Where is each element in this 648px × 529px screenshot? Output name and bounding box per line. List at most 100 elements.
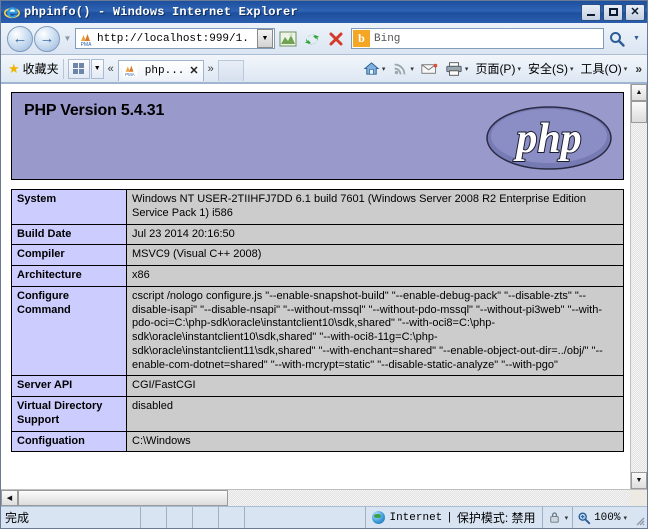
- print-button[interactable]: ▾: [442, 58, 472, 80]
- close-icon: ✕: [630, 5, 640, 18]
- forward-button[interactable]: →: [34, 25, 60, 52]
- status-slot-2: [167, 507, 193, 528]
- zoom-magnifier-icon: [578, 511, 591, 524]
- chevron-down-icon[interactable]: ▾: [623, 514, 627, 522]
- table-row: Build Date Jul 23 2014 20:16:50: [11, 223, 624, 246]
- back-button[interactable]: ←: [7, 25, 33, 52]
- title-bar: phpinfo() - Windows Internet Explorer ✕: [1, 1, 647, 23]
- compatibility-view-icon: [279, 31, 297, 46]
- tabs-scroll-left-button[interactable]: «: [104, 63, 118, 75]
- home-button[interactable]: ▾: [360, 58, 389, 80]
- zoom-control[interactable]: 100% ▾: [573, 507, 631, 528]
- phpinfo-table: System Windows NT USER-2TIIHFJ7DD 6.1 bu…: [11, 189, 624, 453]
- search-options-button[interactable]: ▼: [630, 28, 643, 50]
- privacy-report-button[interactable]: ▾: [543, 507, 574, 528]
- status-slot-4: [219, 507, 245, 528]
- close-button[interactable]: ✕: [625, 3, 645, 21]
- status-separator: |: [446, 511, 453, 524]
- scroll-left-button[interactable]: ◀: [1, 490, 18, 506]
- php-logo-icon: php: [485, 104, 613, 172]
- mail-icon: [421, 63, 438, 74]
- minimize-button[interactable]: [581, 3, 601, 21]
- scroll-down-button[interactable]: ▼: [631, 472, 647, 489]
- status-spacer: [245, 507, 367, 528]
- refresh-icon: [305, 34, 319, 44]
- svg-text:PMA: PMA: [81, 42, 93, 47]
- table-key-cell: Compiler: [11, 244, 127, 266]
- home-icon: [363, 62, 380, 75]
- status-text-cell: 完成: [1, 507, 141, 528]
- table-value-cell: MSVC9 (Visual C++ 2008): [126, 244, 624, 266]
- vertical-scrollbar[interactable]: ▲ ▼: [630, 84, 647, 489]
- command-bar: ★ 收藏夹 ▼ « PMA php... ✕ » ▾ ▾ ▾ 页面(P) ▾ 安…: [1, 55, 647, 83]
- internet-zone-icon: [372, 511, 386, 524]
- stop-icon: [329, 32, 343, 45]
- refresh-button[interactable]: [301, 28, 323, 50]
- chevron-down-icon: ▼: [261, 35, 269, 42]
- table-key-cell: Virtual Directory Support: [11, 396, 127, 432]
- search-go-button[interactable]: [606, 28, 628, 50]
- pma-favicon-icon: PMA: [122, 62, 139, 79]
- star-icon: ★: [8, 60, 20, 76]
- table-key-cell: Configure Command: [11, 285, 127, 377]
- pma-favicon-icon: PMA: [78, 30, 94, 48]
- menu-page[interactable]: 页面(P) ▾: [472, 58, 524, 80]
- svg-text:php: php: [513, 116, 581, 162]
- address-input[interactable]: PMA http://localhost:999/1. ▼: [75, 28, 275, 49]
- double-chevron-right-icon: »: [207, 62, 214, 75]
- table-row: Configuation C:\Windows: [11, 430, 624, 453]
- table-row: System Windows NT USER-2TIIHFJ7DD 6.1 bu…: [11, 189, 624, 225]
- printer-icon: [446, 61, 462, 76]
- chevron-down-icon: ▾: [381, 65, 386, 73]
- address-bar: ← → ▼ PMA http://localhost:999/1. ▼ b Bi…: [1, 23, 647, 55]
- vertical-scrollbar-thumb[interactable]: [631, 101, 647, 123]
- horizontal-scrollbar[interactable]: ◀: [1, 489, 647, 506]
- table-key-cell: Build Date: [11, 223, 127, 246]
- chevron-down-icon: ▼: [63, 34, 72, 43]
- maximize-button[interactable]: [603, 3, 623, 21]
- tabs-scroll-right-button[interactable]: »: [204, 63, 218, 75]
- horizontal-scrollbar-thumb[interactable]: [18, 490, 228, 506]
- mail-button[interactable]: [418, 58, 441, 80]
- resize-grip-icon[interactable]: [631, 507, 647, 528]
- stop-button[interactable]: [325, 28, 347, 50]
- chevron-down-icon: ▾: [517, 65, 521, 73]
- maximize-icon: [608, 8, 618, 16]
- table-row: Architecture x86: [11, 265, 624, 287]
- address-dropdown-button[interactable]: ▼: [257, 29, 273, 48]
- favorites-button-label[interactable]: 收藏夹: [23, 60, 59, 77]
- table-value-cell: cscript /nologo configure.js "--enable-s…: [126, 285, 624, 377]
- scrollbar-corner: [630, 490, 647, 506]
- vertical-scrollbar-track[interactable]: [631, 123, 647, 472]
- php-version-banner: PHP Version 5.4.31 php: [11, 92, 624, 180]
- favorites-bar-button[interactable]: [67, 58, 90, 79]
- chevron-down-icon: ▾: [623, 65, 628, 73]
- command-bar-right: ▾ ▾ ▾ 页面(P) ▾ 安全(S) ▾ 工具(O) ▾ »: [360, 58, 644, 80]
- table-value-cell: Jul 23 2014 20:16:50: [126, 223, 624, 246]
- phpinfo-page: PHP Version 5.4.31 php System Windows NT…: [1, 84, 630, 489]
- menu-safety[interactable]: 安全(S) ▾: [525, 58, 577, 80]
- chevron-down-icon: ▾: [569, 65, 574, 73]
- new-tab-button[interactable]: [217, 59, 244, 81]
- zone-label: Internet: [389, 511, 443, 524]
- scroll-up-button[interactable]: ▲: [631, 84, 647, 101]
- forward-arrow-icon: →: [39, 30, 55, 47]
- compatibility-view-button[interactable]: [277, 28, 299, 50]
- svg-text:PMA: PMA: [125, 72, 135, 77]
- favorites-bar-dropdown-button[interactable]: ▼: [90, 58, 104, 79]
- table-value-cell: x86: [126, 265, 624, 287]
- bing-icon-letter: b: [358, 31, 365, 45]
- menu-tools[interactable]: 工具(O) ▾: [577, 58, 630, 80]
- feeds-button[interactable]: ▾: [389, 58, 417, 80]
- horizontal-scrollbar-track[interactable]: [228, 490, 630, 506]
- tab-phpinfo[interactable]: PMA php... ✕: [117, 59, 204, 81]
- tab-close-icon[interactable]: ✕: [189, 64, 198, 77]
- security-zone-indicator[interactable]: Internet | 保护模式: 禁用: [366, 507, 543, 528]
- table-key-cell: Configuation: [11, 430, 127, 453]
- back-arrow-icon: ←: [12, 30, 28, 47]
- command-bar-overflow-button[interactable]: »: [631, 62, 642, 76]
- recent-pages-button[interactable]: ▼: [62, 26, 73, 52]
- menu-safety-label: 安全(S): [527, 62, 568, 76]
- search-input[interactable]: b Bing: [351, 28, 604, 49]
- chevron-down-icon: ▼: [633, 35, 640, 42]
